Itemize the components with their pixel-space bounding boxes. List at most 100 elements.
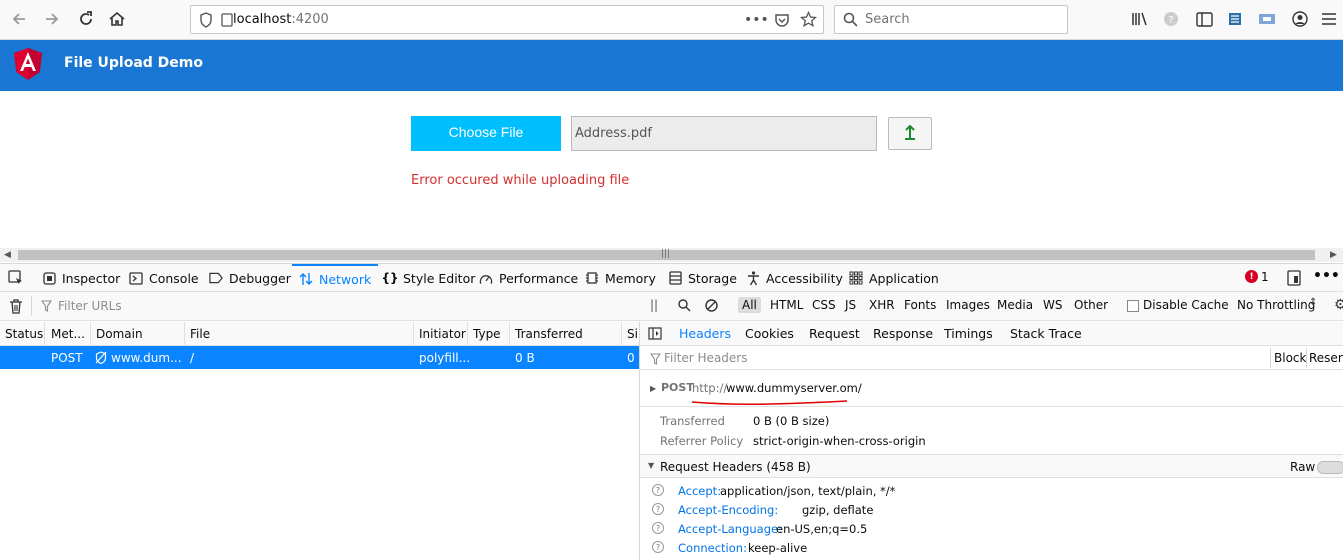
tab-debugger[interactable]: Debugger: [209, 264, 291, 292]
upload-button[interactable]: [888, 117, 932, 150]
tab-performance[interactable]: Performance: [479, 264, 578, 292]
library-icon[interactable]: [1131, 10, 1149, 28]
col-size[interactable]: Si: [627, 327, 638, 341]
col-type[interactable]: Type: [473, 327, 501, 341]
collapse-arrow-icon[interactable]: ▼: [648, 461, 654, 470]
filter-other[interactable]: Other: [1074, 298, 1108, 312]
col-transferred[interactable]: Transferred: [515, 327, 583, 341]
table-row[interactable]: POST www.dum... / polyfill... 0 B 0: [0, 346, 639, 369]
tab-console[interactable]: Console: [129, 264, 199, 292]
help-icon[interactable]: ?: [652, 503, 664, 515]
filter-images[interactable]: Images: [946, 298, 990, 312]
bookmark-star-icon[interactable]: [799, 10, 818, 31]
filter-all[interactable]: All: [738, 297, 761, 313]
block-button[interactable]: Block: [1274, 351, 1306, 365]
file-name-field[interactable]: Address.pdf: [571, 116, 877, 151]
scroll-right-icon[interactable]: ▶: [1330, 250, 1337, 260]
disable-cache-label[interactable]: Disable Cache: [1143, 298, 1229, 312]
throttling-select[interactable]: No Throttling: [1237, 298, 1315, 312]
back-icon[interactable]: [8, 8, 30, 30]
tab-headers[interactable]: Headers: [679, 326, 731, 341]
responsive-mode-icon[interactable]: [1287, 270, 1301, 289]
tab-timings[interactable]: Timings: [944, 326, 993, 341]
shield-icon[interactable]: [199, 12, 213, 31]
filter-js[interactable]: JS: [845, 298, 856, 312]
filter-headers-input[interactable]: Filter Headers: [664, 351, 747, 365]
request-headers-title: Request Headers (458 B): [660, 460, 811, 474]
sidebar-icon[interactable]: [1195, 10, 1213, 28]
row-initiator[interactable]: polyfill...: [419, 351, 470, 365]
url-bar[interactable]: localhost:4200 •••: [190, 5, 824, 34]
col-method[interactable]: Met...: [51, 327, 85, 341]
tab-label: Application: [869, 270, 939, 286]
toggle-panel-icon[interactable]: [648, 327, 662, 343]
error-count[interactable]: 1: [1261, 270, 1269, 284]
page-info-icon[interactable]: [221, 13, 233, 30]
header-value: keep-alive: [748, 541, 808, 555]
error-icon[interactable]: !: [1245, 270, 1258, 283]
filter-urls-input[interactable]: Filter URLs: [58, 299, 122, 313]
scroll-left-icon[interactable]: ◀: [4, 250, 11, 260]
summary-url[interactable]: www.dummyserver.om/: [726, 381, 862, 395]
horizontal-scrollbar[interactable]: ◀ ||| ▶: [0, 248, 1343, 262]
help-icon[interactable]: ?: [652, 522, 664, 534]
chevron-updown-icon: ⇕: [1309, 297, 1318, 308]
tab-memory[interactable]: Memory: [585, 264, 656, 292]
account-icon[interactable]: [1291, 10, 1309, 28]
filter-fonts[interactable]: Fonts: [904, 298, 936, 312]
request-headers-section[interactable]: ▼ Request Headers (458 B) Raw: [640, 454, 1343, 478]
header-value: application/json, text/plain, */*: [720, 484, 896, 498]
menu-icon[interactable]: [1320, 10, 1338, 28]
tab-accessibility[interactable]: Accessibility: [746, 264, 843, 292]
tab-network[interactable]: Network: [292, 264, 379, 292]
col-initiator[interactable]: Initiator: [419, 327, 466, 341]
tab-storage[interactable]: Storage: [668, 264, 737, 292]
raw-toggle[interactable]: [1317, 461, 1343, 474]
accessibility-icon: [746, 270, 760, 285]
tab-cookies[interactable]: Cookies: [745, 326, 794, 341]
help-icon[interactable]: ?: [1162, 10, 1180, 28]
pick-element-icon[interactable]: [8, 270, 24, 289]
header-value: en-US,en;q=0.5: [776, 522, 868, 536]
more-icon[interactable]: •••: [744, 12, 769, 28]
tab-style-editor[interactable]: {} Style Editor: [381, 264, 475, 292]
debugger-icon: [209, 271, 223, 285]
pocket-icon[interactable]: [774, 12, 790, 31]
expand-arrow-icon[interactable]: ▶: [650, 384, 656, 393]
resend-button[interactable]: Resend: [1309, 351, 1343, 365]
tab-inspector[interactable]: Inspector: [42, 264, 120, 292]
forward-icon[interactable]: [41, 8, 63, 30]
home-icon[interactable]: [106, 8, 128, 30]
help-icon[interactable]: ?: [652, 541, 664, 553]
filter-xhr[interactable]: XHR: [869, 298, 895, 312]
application-icon: [849, 271, 863, 285]
extension-icon[interactable]: [1226, 10, 1244, 28]
disable-cache-checkbox[interactable]: [1127, 300, 1139, 312]
filter-media[interactable]: Media: [997, 298, 1033, 312]
filter-html[interactable]: HTML: [770, 298, 803, 312]
col-status[interactable]: Status: [5, 327, 43, 341]
filter-css[interactable]: CSS: [812, 298, 836, 312]
gear-icon[interactable]: ⚙: [1334, 297, 1343, 313]
more-icon[interactable]: •••: [1313, 268, 1340, 284]
col-file[interactable]: File: [190, 327, 210, 341]
tab-application[interactable]: Application: [849, 264, 939, 292]
help-icon[interactable]: ?: [652, 484, 664, 496]
url-text[interactable]: localhost:4200: [233, 12, 329, 27]
choose-file-button[interactable]: Choose File: [411, 116, 561, 151]
storage-icon: [668, 271, 682, 285]
search-input[interactable]: Search: [834, 5, 1068, 34]
tab-response[interactable]: Response: [873, 326, 933, 341]
app-header: File Upload Demo: [0, 40, 1343, 91]
block-icon[interactable]: [705, 299, 718, 315]
pause-icon[interactable]: ||: [650, 298, 658, 312]
extension-icon[interactable]: [1258, 10, 1276, 28]
tab-request[interactable]: Request: [809, 326, 860, 341]
tab-stack-trace[interactable]: Stack Trace: [1010, 326, 1082, 341]
network-toolbar: Filter URLs || All HTML CSS JS XHR Fonts…: [0, 292, 1343, 321]
col-domain[interactable]: Domain: [96, 327, 143, 341]
filter-ws[interactable]: WS: [1043, 298, 1062, 312]
search-icon[interactable]: [678, 299, 691, 315]
trash-icon[interactable]: [9, 299, 23, 317]
reload-icon[interactable]: [75, 8, 97, 30]
